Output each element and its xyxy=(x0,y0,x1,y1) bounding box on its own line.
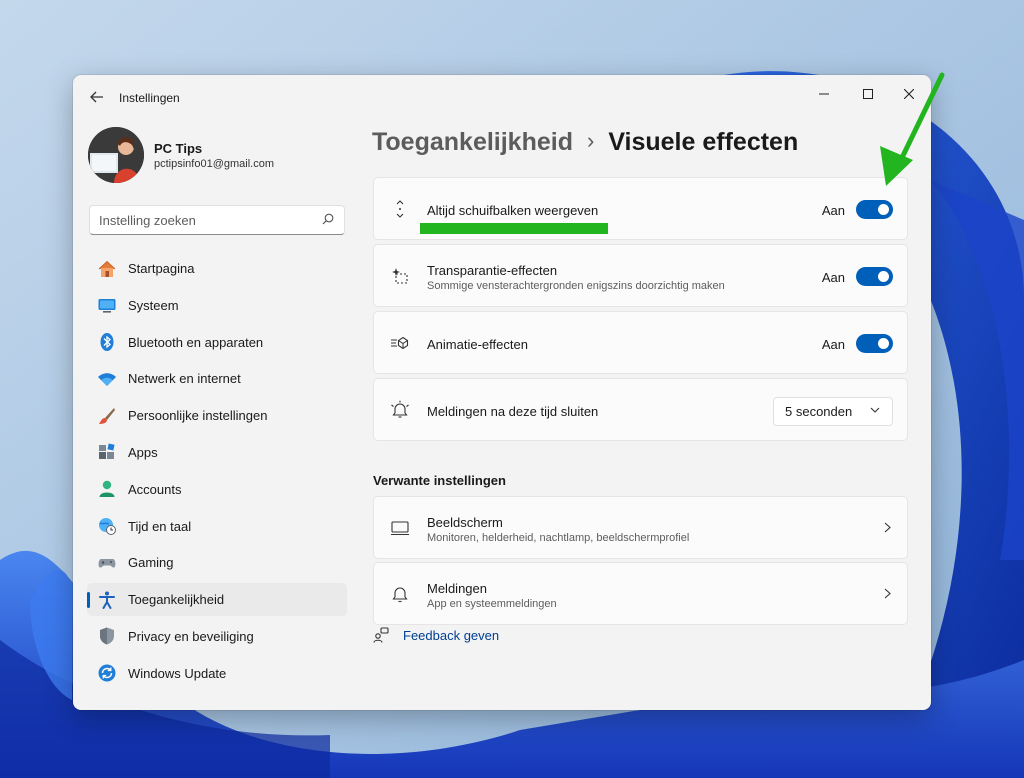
setting-title: Transparantie-effecten xyxy=(427,263,558,278)
setting-subtitle: Monitoren, helderheid, nachtlamp, beelds… xyxy=(427,532,690,544)
setting-title: Beeldscherm xyxy=(427,515,503,530)
related-item-beeldscherm[interactable]: Beeldscherm Monitoren, helderheid, nacht… xyxy=(373,496,908,559)
settings-window: Instellingen PC Tips pctipsinfo01@gmail.… xyxy=(73,75,931,710)
update-icon xyxy=(97,663,117,683)
sidebar-item-label: Accounts xyxy=(128,481,182,497)
apps-icon xyxy=(97,442,117,462)
minimize-button[interactable] xyxy=(802,79,846,109)
setting-subtitle: App en systeemmeldingen xyxy=(427,598,557,610)
sidebar-nav: Startpagina Systeem Bluetooth en apparat… xyxy=(87,252,347,694)
setting-title: Meldingen xyxy=(427,581,487,596)
breadcrumb-parent[interactable]: Toegankelijkheid xyxy=(372,128,573,156)
close-button[interactable] xyxy=(887,79,931,109)
sidebar-item-label: Gaming xyxy=(128,555,174,571)
back-button[interactable] xyxy=(85,85,109,109)
gamepad-icon xyxy=(97,553,117,573)
chevron-right-icon xyxy=(884,588,891,599)
monitor-icon xyxy=(390,518,410,538)
arrow-left-icon xyxy=(90,91,103,103)
sidebar-item-label: Persoonlijke instellingen xyxy=(128,408,268,424)
sidebar-item-label: Systeem xyxy=(128,297,179,313)
bluetooth-icon xyxy=(97,332,117,352)
wifi-icon xyxy=(97,369,117,389)
brush-icon xyxy=(97,406,117,426)
search-input[interactable] xyxy=(90,206,310,234)
scrollbar-arrows-icon xyxy=(390,199,410,219)
sidebar-item-toegankelijkheid[interactable]: Toegankelijkheid xyxy=(87,583,347,617)
sidebar-item-label: Apps xyxy=(128,444,158,460)
bell-timer-icon xyxy=(390,400,410,420)
shield-icon xyxy=(97,626,117,646)
transparency-toggle[interactable] xyxy=(856,267,893,286)
globe-clock-icon xyxy=(97,516,117,536)
profile-email: pctipsinfo01@gmail.com xyxy=(154,158,274,170)
sidebar-item-label: Privacy en beveiliging xyxy=(128,628,254,644)
toggle-state-label: Aan xyxy=(821,270,845,285)
sidebar-item-apps[interactable]: Apps xyxy=(87,436,347,469)
profile-name: PC Tips xyxy=(154,141,203,156)
feedback-person-icon xyxy=(373,627,389,643)
maximize-icon xyxy=(863,89,873,99)
feedback-label: Feedback geven xyxy=(403,627,500,643)
accessibility-icon xyxy=(97,590,117,610)
sidebar-item-startpagina[interactable]: Startpagina xyxy=(87,252,347,285)
sidebar-item-tijd-en-taal[interactable]: Tijd en taal xyxy=(87,510,347,543)
toggle-state-label: Aan xyxy=(821,337,845,352)
chevron-right-icon xyxy=(884,522,891,533)
breadcrumb: Toegankelijkheid › Visuele effecten xyxy=(372,128,798,157)
sidebar-item-label: Tijd en taal xyxy=(128,518,192,534)
page-title: Visuele effecten xyxy=(608,128,799,156)
sidebar-item-windows-update[interactable]: Windows Update xyxy=(87,657,347,690)
setting-notification-timeout: Meldingen na deze tijd sluiten 5 seconde… xyxy=(373,378,908,441)
home-icon xyxy=(97,259,117,279)
sidebar-item-label: Bluetooth en apparaten xyxy=(128,334,264,350)
chevron-down-icon xyxy=(870,407,880,413)
chevron-right-icon: › xyxy=(586,128,595,153)
app-title: Instellingen xyxy=(119,91,180,105)
sidebar-item-privacy[interactable]: Privacy en beveiliging xyxy=(87,620,347,653)
setting-title: Animatie-effecten xyxy=(427,337,528,352)
setting-title: Altijd schuifbalken weergeven xyxy=(427,203,599,218)
sidebar-item-label: Startpagina xyxy=(128,261,195,276)
sidebar-item-label: Toegankelijkheid xyxy=(128,592,225,608)
search-box[interactable] xyxy=(89,205,345,235)
setting-subtitle: Sommige vensterachtergronden enigszins d… xyxy=(427,280,725,292)
related-item-meldingen[interactable]: Meldingen App en systeemmeldingen xyxy=(373,562,908,625)
sidebar-item-label: Windows Update xyxy=(128,665,227,681)
avatar-image xyxy=(88,127,144,183)
scrollbars-toggle[interactable] xyxy=(856,200,893,219)
transparency-sparkle-icon xyxy=(390,266,410,286)
sidebar-item-netwerk[interactable]: Netwerk en internet xyxy=(87,362,347,395)
sidebar-item-bluetooth[interactable]: Bluetooth en apparaten xyxy=(87,326,347,359)
sidebar-item-accounts[interactable]: Accounts xyxy=(87,473,347,506)
title-bar: Instellingen xyxy=(73,75,931,119)
avatar[interactable] xyxy=(88,127,144,183)
sidebar-item-label: Netwerk en internet xyxy=(128,371,241,387)
sidebar-item-persoonlijk[interactable]: Persoonlijke instellingen xyxy=(87,399,347,432)
maximize-button[interactable] xyxy=(846,79,890,109)
minimize-icon xyxy=(819,93,829,95)
accounts-icon xyxy=(97,479,117,499)
close-icon xyxy=(904,89,914,99)
setting-title: Meldingen na deze tijd sluiten xyxy=(427,404,599,419)
toggle-state-label: Aan xyxy=(821,203,845,218)
feedback-link[interactable]: Feedback geven xyxy=(373,627,499,643)
search-icon[interactable] xyxy=(322,213,334,225)
animation-icon xyxy=(390,333,410,353)
section-title-related: Verwante instellingen xyxy=(373,473,506,488)
sidebar-item-gaming[interactable]: Gaming xyxy=(87,546,347,579)
annotation-underline xyxy=(420,223,608,234)
animation-toggle[interactable] xyxy=(856,334,893,353)
timeout-dropdown[interactable]: 5 seconden xyxy=(773,397,893,426)
dropdown-value: 5 seconden xyxy=(785,404,853,419)
system-icon xyxy=(97,295,117,315)
sidebar-item-systeem[interactable]: Systeem xyxy=(87,289,347,322)
bell-icon xyxy=(390,584,410,604)
setting-animation: Animatie-effecten Aan xyxy=(373,311,908,374)
setting-transparency: Transparantie-effecten Sommige vensterac… xyxy=(373,244,908,307)
